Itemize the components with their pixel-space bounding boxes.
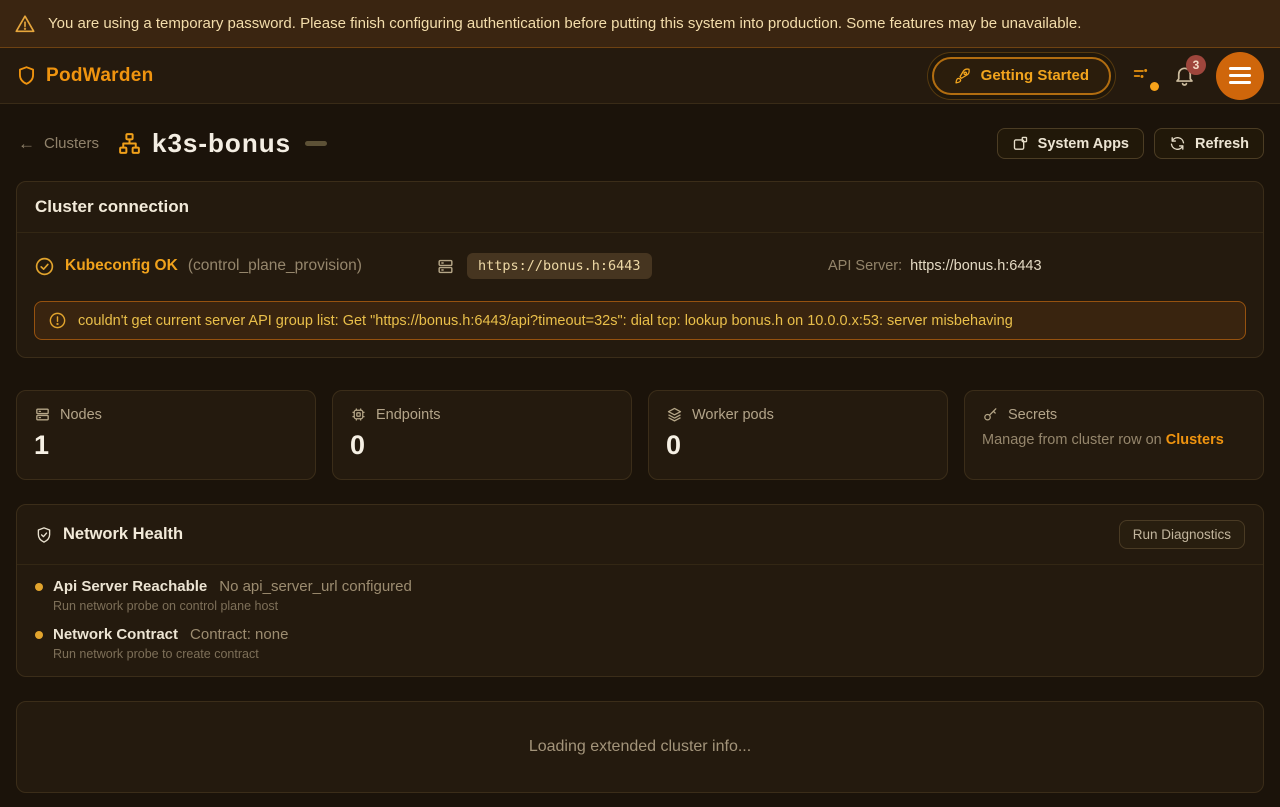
apps-grid-icon: [1012, 135, 1029, 152]
settings-tune-button[interactable]: [1131, 65, 1153, 87]
getting-started-label: Getting Started: [981, 67, 1089, 84]
title-dash: [305, 141, 327, 146]
breadcrumb-back-label: Clusters: [44, 135, 99, 152]
page-title-cluster-name: k3s-bonus: [152, 128, 291, 159]
check-row-api-server: Api Server Reachable No api_server_url c…: [35, 578, 1245, 613]
stat-label-secrets: Secrets: [1008, 407, 1057, 423]
shield-logo-icon: [16, 65, 37, 86]
system-apps-button[interactable]: System Apps: [997, 128, 1144, 159]
cluster-hierarchy-icon: [117, 131, 142, 156]
refresh-label: Refresh: [1195, 136, 1249, 152]
stat-label-endpoints: Endpoints: [376, 407, 441, 423]
key-icon: [982, 406, 999, 423]
getting-started-button[interactable]: Getting Started: [932, 57, 1111, 95]
network-health-header: Network Health Run Diagnostics: [17, 505, 1263, 565]
tune-status-dot: [1150, 82, 1159, 91]
refresh-button[interactable]: Refresh: [1154, 128, 1264, 159]
breadcrumb: ← Clusters k3s-bonus System Apps: [0, 104, 1280, 181]
api-server-value: https://bonus.h:6443: [910, 258, 1041, 274]
stat-card-nodes: Nodes 1: [16, 390, 316, 480]
rocket-icon: [954, 67, 972, 85]
provision-mode: (control_plane_provision): [188, 257, 362, 275]
cluster-connection-header: Cluster connection: [17, 182, 1263, 233]
stat-card-worker-pods: Worker pods 0: [648, 390, 948, 480]
kubeconfig-status: Kubeconfig OK: [65, 257, 178, 275]
network-health-panel: Network Health Run Diagnostics Api Serve…: [16, 504, 1264, 677]
banner-text: You are using a temporary password. Plea…: [48, 15, 1081, 32]
notifications-button[interactable]: 3: [1173, 64, 1196, 87]
stat-card-endpoints: Endpoints 0: [332, 390, 632, 480]
loading-text: Loading extended cluster info...: [529, 738, 751, 755]
system-apps-label: System Apps: [1038, 136, 1129, 152]
check-name: Api Server Reachable: [53, 578, 207, 595]
check-row-network-contract: Network Contract Contract: none Run netw…: [35, 626, 1245, 661]
check-status: Contract: none: [190, 626, 288, 643]
layers-icon: [666, 406, 683, 423]
stat-value-endpoints: 0: [350, 430, 614, 461]
stat-card-secrets: Secrets Manage from cluster row on Clust…: [964, 390, 1264, 480]
cluster-connection-panel: Cluster connection Kubeconfig OK (contro…: [16, 181, 1264, 358]
secrets-hint-text: Manage from cluster row on: [982, 432, 1166, 448]
check-status: No api_server_url configured: [219, 578, 412, 595]
connection-error-alert: couldn't get current server API group li…: [34, 301, 1246, 340]
warning-icon: [14, 13, 36, 35]
secrets-hint: Manage from cluster row on Clusters: [982, 432, 1246, 448]
clusters-link[interactable]: Clusters: [1166, 432, 1224, 448]
server-icon: [34, 406, 51, 423]
back-arrow-icon: ←: [18, 134, 35, 154]
refresh-icon: [1169, 135, 1186, 152]
shield-check-icon: [35, 526, 53, 544]
hamburger-menu-button[interactable]: [1216, 52, 1264, 100]
api-server-label: API Server:: [828, 258, 902, 274]
connection-status-row: Kubeconfig OK (control_plane_provision) …: [17, 233, 1263, 293]
app-logo[interactable]: PodWarden: [16, 65, 154, 87]
endpoint-chip: https://bonus.h:6443: [467, 253, 652, 279]
breadcrumb-back-clusters[interactable]: ← Clusters: [18, 134, 99, 154]
stat-value-worker-pods: 0: [666, 430, 930, 461]
alert-circle-icon: [48, 311, 67, 330]
app-name: PodWarden: [46, 65, 154, 87]
stat-label-nodes: Nodes: [60, 407, 102, 423]
check-circle-icon: [34, 256, 55, 277]
hamburger-menu-icon: [1229, 67, 1251, 70]
server-icon: [436, 257, 455, 276]
check-hint: Run network probe on control plane host: [53, 599, 1245, 613]
network-health-checks: Api Server Reachable No api_server_url c…: [17, 565, 1263, 676]
extended-info-loading-card: Loading extended cluster info...: [16, 701, 1264, 793]
stats-row: Nodes 1 Endpoints 0 Worker pods 0: [16, 390, 1264, 480]
status-dot: [35, 583, 43, 591]
temporary-password-banner: You are using a temporary password. Plea…: [0, 0, 1280, 48]
status-dot: [35, 631, 43, 639]
network-health-title: Network Health: [63, 525, 183, 544]
cpu-icon: [350, 406, 367, 423]
stat-label-worker-pods: Worker pods: [692, 407, 774, 423]
cluster-connection-title: Cluster connection: [35, 197, 189, 217]
check-name: Network Contract: [53, 626, 178, 643]
check-hint: Run network probe to create contract: [53, 647, 1245, 661]
stat-value-nodes: 1: [34, 430, 298, 461]
connection-error-message: couldn't get current server API group li…: [78, 313, 1013, 329]
run-diagnostics-button[interactable]: Run Diagnostics: [1119, 520, 1245, 549]
notification-count-badge: 3: [1186, 55, 1206, 75]
app-header: PodWarden Getting Started: [0, 48, 1280, 104]
